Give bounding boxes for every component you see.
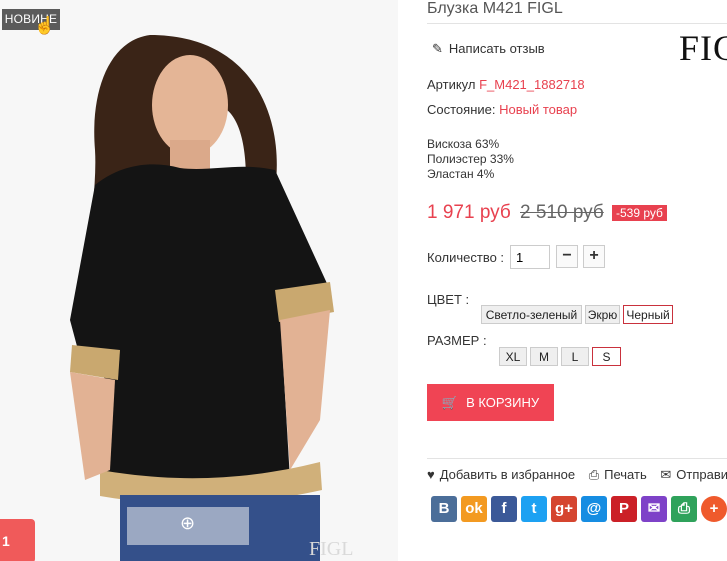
- product-title: Блузка M421 FIGL: [427, 0, 563, 17]
- more-icon[interactable]: +: [701, 496, 727, 522]
- color-option-ecru[interactable]: Экрю: [585, 305, 620, 324]
- printer-icon: ⎙: [588, 467, 600, 482]
- pinterest-icon[interactable]: P: [611, 496, 637, 522]
- quantity-minus-button[interactable]: −: [556, 245, 578, 268]
- envelope-icon: ✉: [660, 467, 672, 482]
- hand-cursor-icon: ☝: [34, 16, 56, 35]
- mailru-icon[interactable]: @: [581, 496, 607, 522]
- odnoklassniki-icon[interactable]: ok: [461, 496, 487, 522]
- color-option-black[interactable]: Черный: [623, 305, 673, 324]
- article-row: Артикул F_M421_1882718: [427, 77, 585, 92]
- add-to-favorites-link[interactable]: ♥ Добавить в избранное: [427, 467, 575, 482]
- photo-watermark: FIGL: [309, 538, 354, 560]
- print-link[interactable]: ⎙ Печать: [589, 467, 647, 482]
- email-icon[interactable]: ✉: [641, 496, 667, 522]
- condition-row: Состояние: Новый товар: [427, 102, 578, 117]
- discount-badge: -539 руб: [612, 205, 667, 221]
- size-label: РАЗМЕР :: [427, 333, 487, 348]
- product-actions: ♥ Добавить в избранное ⎙ Печать ✉ Отправи: [427, 467, 727, 483]
- promo-badge[interactable]: 1: [0, 519, 35, 561]
- divider: [427, 23, 727, 24]
- send-link[interactable]: ✉ Отправи: [660, 467, 727, 482]
- quantity-label: Количество :: [427, 250, 505, 265]
- add-to-cart-button[interactable]: 🛒 В КОРЗИНУ: [427, 384, 554, 421]
- divider: [427, 458, 727, 459]
- zoom-icon: ⊕: [180, 513, 196, 533]
- size-option-m[interactable]: M: [530, 347, 558, 366]
- size-option-l[interactable]: L: [561, 347, 589, 366]
- quantity-input[interactable]: [510, 245, 550, 269]
- zoom-button[interactable]: ⊕: [127, 507, 249, 545]
- vk-icon[interactable]: В: [431, 496, 457, 522]
- price-old: 2 510 руб: [520, 202, 604, 223]
- color-label: ЦВЕТ :: [427, 292, 470, 307]
- google-plus-icon[interactable]: g+: [551, 496, 577, 522]
- size-option-s[interactable]: S: [592, 347, 621, 366]
- product-photo[interactable]: НОВИНЕ ☝ ⊕ 1 FIGL: [0, 0, 398, 561]
- print-icon[interactable]: ⎙: [671, 496, 697, 522]
- size-option-xl[interactable]: XL: [499, 347, 527, 366]
- heart-icon: ♥: [427, 467, 435, 482]
- price-current: 1 971 руб: [427, 202, 511, 223]
- model-photo: [0, 0, 398, 561]
- facebook-icon[interactable]: f: [491, 496, 517, 522]
- color-option-light-green[interactable]: Светло-зеленый: [481, 305, 582, 324]
- composition: Вискоза 63% Полиэстер 33% Эластан 4%: [427, 137, 514, 181]
- pencil-icon: ✎: [432, 41, 443, 56]
- write-review-link[interactable]: ✎ Написать отзыв: [432, 41, 545, 57]
- quantity-plus-button[interactable]: +: [583, 245, 605, 268]
- twitter-icon[interactable]: t: [521, 496, 547, 522]
- brand-logo: FIGL: [679, 28, 727, 68]
- cart-icon: 🛒: [441, 395, 459, 410]
